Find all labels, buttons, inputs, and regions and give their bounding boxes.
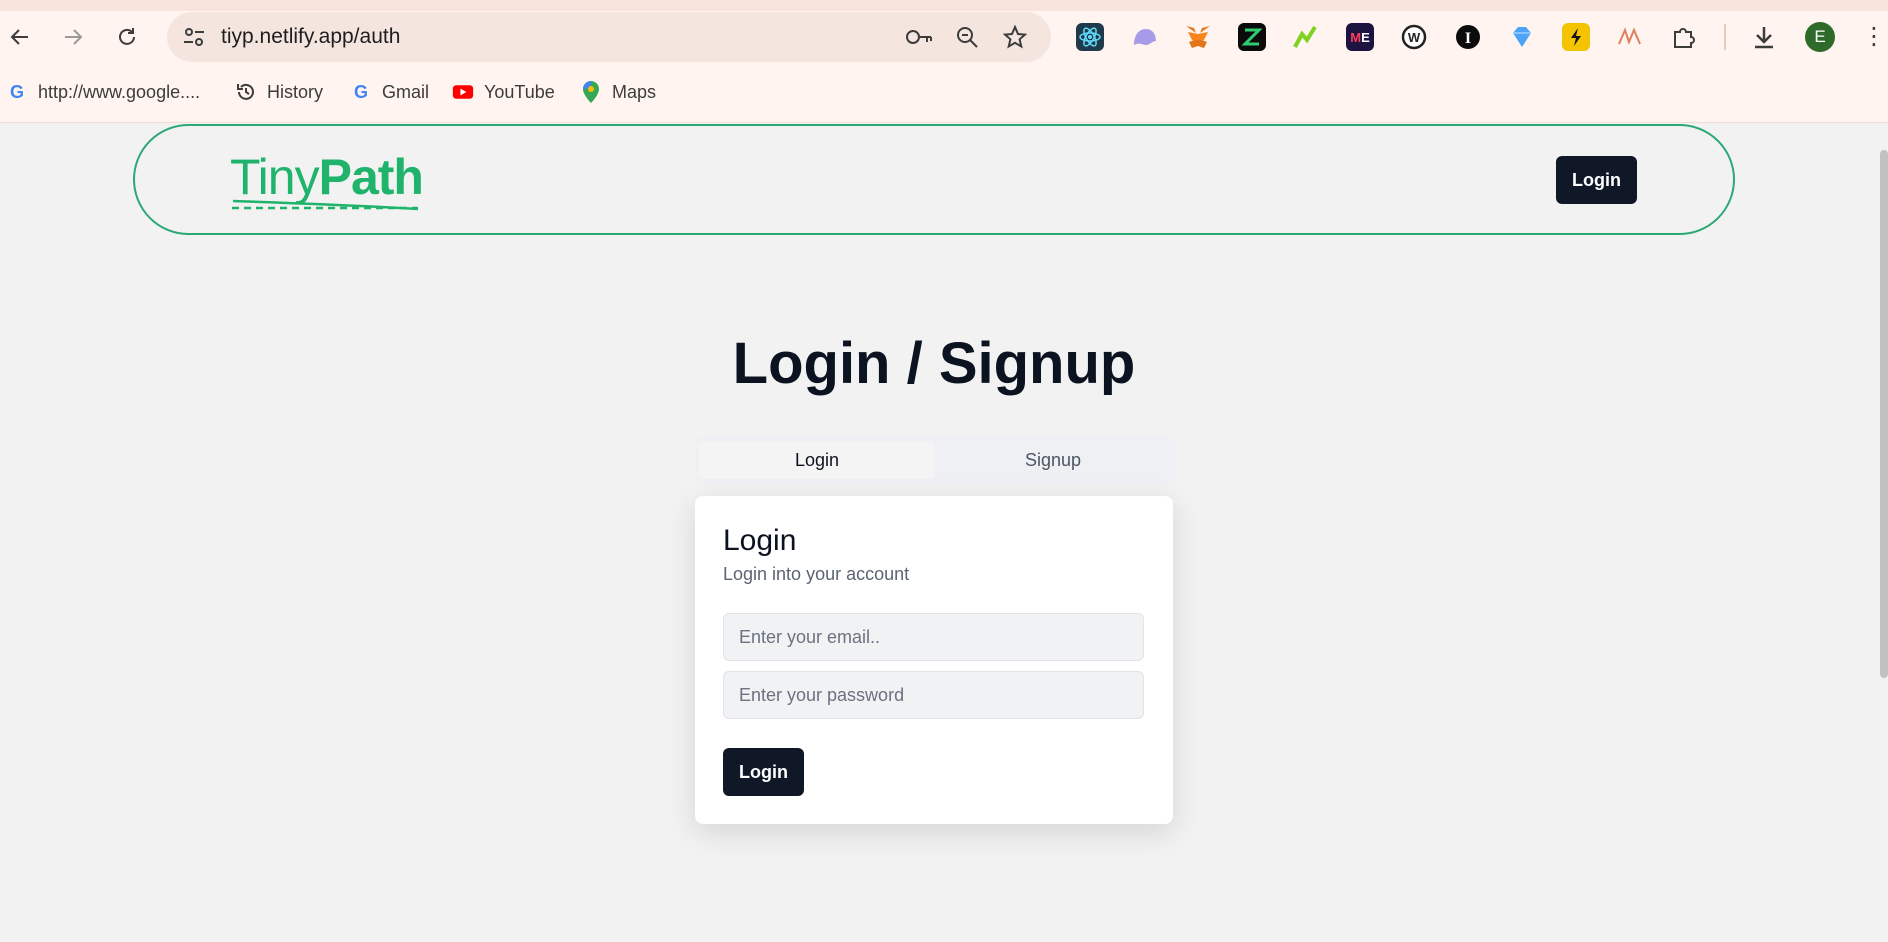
profile-avatar[interactable]: E	[1805, 22, 1835, 52]
bookmark-maps[interactable]: Maps	[580, 76, 656, 108]
password-field[interactable]	[723, 671, 1144, 719]
email-field[interactable]	[723, 613, 1144, 661]
bookmark-label: http://www.google....	[38, 81, 201, 102]
toolbar-divider	[1724, 24, 1726, 50]
card-subtitle: Login into your account	[723, 564, 910, 584]
google-icon: G	[9, 81, 24, 102]
react-devtools-icon[interactable]	[1076, 23, 1104, 51]
svg-text:W: W	[1408, 30, 1421, 45]
page-scrollbar[interactable]	[1880, 150, 1888, 678]
wordpress-icon[interactable]: W	[1400, 23, 1428, 51]
gem-icon[interactable]	[1508, 23, 1536, 51]
logo-underline	[232, 199, 419, 211]
bookmark-history[interactable]: History	[235, 76, 323, 108]
tab-strip-edge	[0, 0, 1888, 11]
page-title: Login / Signup	[732, 331, 1136, 396]
chart-extension-icon[interactable]	[1292, 23, 1320, 51]
auth-tabs: Login Signup	[695, 437, 1175, 483]
reload-button[interactable]	[109, 19, 145, 55]
bookmark-youtube[interactable]: YouTube	[452, 76, 555, 108]
key-icon[interactable]	[905, 23, 933, 51]
arrow-right-icon	[65, 29, 83, 45]
bookmark-star-icon[interactable]	[1001, 23, 1029, 51]
bolt-extension-icon[interactable]	[1562, 23, 1590, 51]
kebab-menu-icon[interactable]: ⋮	[1862, 22, 1886, 52]
bookmark-label: Gmail	[382, 81, 430, 102]
bookmark-label: Maps	[612, 81, 657, 102]
site-settings-icon[interactable]	[181, 24, 207, 50]
header-login-button[interactable]: Login	[1556, 156, 1637, 204]
bookmark-gmail[interactable]: G Gmail	[350, 76, 429, 108]
ghost-icon[interactable]	[1130, 23, 1158, 51]
google-icon: G	[353, 81, 368, 102]
history-icon	[235, 81, 257, 103]
info-extension-icon[interactable]: I	[1454, 23, 1482, 51]
forward-button[interactable]	[55, 19, 91, 55]
reload-icon	[119, 28, 135, 45]
extension-green-icon[interactable]	[1238, 23, 1266, 51]
login-submit-button[interactable]: Login	[723, 748, 804, 796]
bookmark-label: History	[267, 81, 324, 102]
back-button[interactable]	[2, 19, 38, 55]
tab-login[interactable]: Login	[699, 441, 935, 479]
url-text[interactable]: tiyp.netlify.app/auth	[221, 25, 400, 49]
zoom-icon[interactable]	[953, 23, 981, 51]
bookmark-google[interactable]: G http://www.google....	[6, 76, 200, 108]
bookmarks-bar: G http://www.google.... History G Gmail …	[0, 76, 1888, 108]
svg-text:I: I	[1465, 30, 1471, 47]
wave-extension-icon[interactable]	[1616, 23, 1644, 51]
address-bar[interactable]: tiyp.netlify.app/auth	[167, 12, 1051, 62]
browser-chrome: tiyp.netlify.app/auth ME W I E ⋮ G http:…	[0, 0, 1888, 123]
youtube-icon	[452, 81, 474, 103]
metamask-icon[interactable]	[1184, 23, 1212, 51]
arrow-left-icon	[10, 29, 28, 45]
mail-extension-icon[interactable]: ME	[1346, 23, 1374, 51]
tab-signup[interactable]: Signup	[935, 441, 1171, 479]
bookmark-label: YouTube	[484, 81, 555, 102]
puzzle-icon[interactable]	[1670, 23, 1698, 51]
maps-icon	[580, 81, 602, 103]
card-title: Login	[723, 524, 797, 557]
download-icon[interactable]	[1750, 23, 1778, 51]
login-card: Login Login into your account Login	[695, 496, 1173, 824]
